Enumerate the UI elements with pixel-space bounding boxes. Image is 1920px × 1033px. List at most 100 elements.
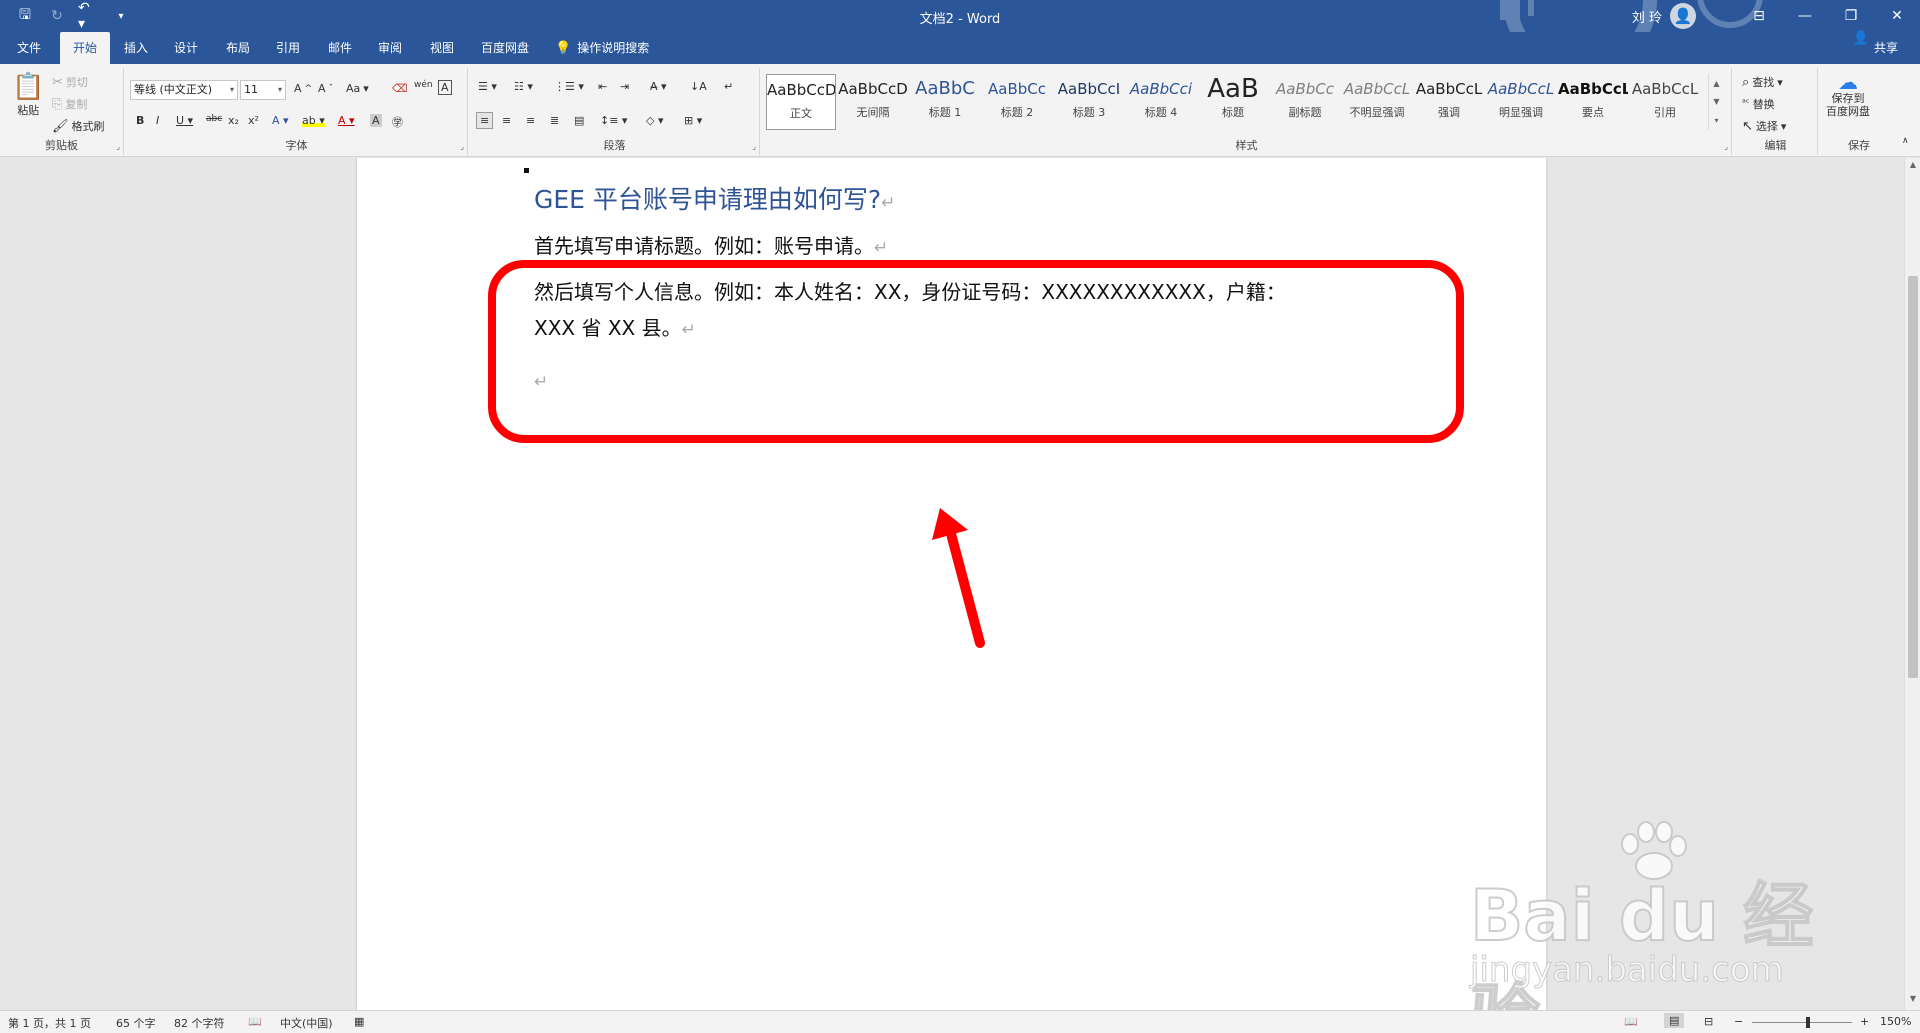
character-border-icon[interactable]: A: [438, 80, 452, 95]
style-tile[interactable]: AaBbCcL 强调: [1414, 74, 1484, 130]
style-tile[interactable]: AaBbCcD 无间隔: [838, 74, 908, 130]
style-tile[interactable]: AaBbCcL 明显强调: [1486, 74, 1556, 130]
tab-file[interactable]: 文件: [8, 32, 50, 64]
paragraph-1[interactable]: 首先填写申请标题。例如：账号申请。↵: [534, 230, 888, 259]
scroll-thumb[interactable]: [1908, 276, 1918, 678]
web-layout-icon[interactable]: ⊟: [1704, 1015, 1713, 1028]
read-mode-icon[interactable]: 📖: [1624, 1015, 1638, 1028]
chevron-down-icon[interactable]: ▼: [1713, 97, 1719, 106]
macro-record-icon[interactable]: ▦: [354, 1015, 364, 1028]
print-layout-icon[interactable]: ▤: [1664, 1013, 1685, 1028]
user-account[interactable]: 刘 玲 👤: [1632, 3, 1696, 29]
close-button[interactable]: ✕: [1874, 0, 1920, 32]
shading-icon[interactable]: ◇ ▾: [646, 114, 663, 127]
italic-icon[interactable]: I: [156, 114, 159, 127]
superscript-icon[interactable]: x²: [248, 114, 259, 127]
dialog-launcher-icon[interactable]: ⌟: [752, 142, 756, 151]
restore-button[interactable]: ❐: [1828, 0, 1874, 32]
shrink-font-icon[interactable]: Aˇ: [318, 82, 333, 95]
proofing-icon[interactable]: 📖: [248, 1015, 262, 1028]
char-count[interactable]: 82 个字符: [174, 1015, 225, 1031]
tab-references[interactable]: 引用: [268, 32, 308, 64]
style-tile[interactable]: AaBbCcL 不明显强调: [1342, 74, 1412, 130]
tab-insert[interactable]: 插入: [116, 32, 156, 64]
style-tile[interactable]: AaBbCc 副标题: [1270, 74, 1340, 130]
scroll-down-icon[interactable]: ▼: [1905, 994, 1920, 1008]
more-styles-icon[interactable]: ▾: [1714, 116, 1718, 125]
scroll-up-icon[interactable]: ▲: [1905, 160, 1920, 174]
dialog-launcher-icon[interactable]: ⌟: [1724, 142, 1728, 151]
multilevel-list-icon[interactable]: ⋮☰ ▾: [554, 80, 584, 93]
underline-icon[interactable]: U ▾: [176, 114, 193, 127]
align-center-icon[interactable]: ≡: [502, 114, 511, 127]
tab-home[interactable]: 开始: [60, 32, 110, 64]
format-painter-button[interactable]: 🖌 格式刷: [52, 118, 105, 134]
style-tile[interactable]: AaB 标题: [1198, 74, 1268, 130]
font-name-select[interactable]: 等线 (中文正文) ▾: [130, 80, 238, 100]
style-tile[interactable]: AaBbCcL 要点: [1558, 74, 1628, 130]
cut-button[interactable]: ✂ 剪切: [52, 74, 88, 90]
clear-formatting-icon[interactable]: ⌫: [392, 82, 408, 95]
tab-view[interactable]: 视图: [422, 32, 462, 64]
ribbon-display-options-icon[interactable]: ⊟: [1736, 0, 1782, 32]
vertical-scrollbar[interactable]: ▲ ▼: [1904, 158, 1920, 1010]
style-tile[interactable]: AaBbCcD 正文: [766, 74, 836, 130]
style-tile[interactable]: AaBbC 标题 1: [910, 74, 980, 130]
justify-icon[interactable]: ≣: [550, 114, 559, 127]
minimize-button[interactable]: —: [1782, 0, 1828, 32]
change-case-button[interactable]: Aa ▾: [346, 82, 369, 95]
align-right-icon[interactable]: ≡: [526, 114, 535, 127]
style-tile[interactable]: AaBbCc 标题 2: [982, 74, 1052, 130]
zoom-level[interactable]: 150%: [1880, 1015, 1911, 1028]
numbering-icon[interactable]: ☷ ▾: [514, 80, 533, 93]
replace-button[interactable]: ᵃᶜ 替换: [1742, 96, 1775, 112]
increase-indent-icon[interactable]: ⇥: [620, 80, 629, 93]
borders-icon[interactable]: ⊞ ▾: [684, 114, 702, 127]
zoom-slider[interactable]: [1752, 1022, 1852, 1023]
bullets-icon[interactable]: ☰ ▾: [478, 80, 497, 93]
font-color-icon[interactable]: A ▾: [338, 114, 355, 127]
sort-icon[interactable]: ↓A: [690, 80, 707, 93]
word-count[interactable]: 65 个字: [116, 1015, 156, 1031]
tab-layout[interactable]: 布局: [218, 32, 258, 64]
select-button[interactable]: ↖ 选择 ▾: [1742, 118, 1786, 134]
zoom-out-icon[interactable]: −: [1734, 1015, 1743, 1028]
style-tile[interactable]: AaBbCcI 标题 3: [1054, 74, 1124, 130]
zoom-slider-knob[interactable]: [1806, 1017, 1810, 1028]
decrease-indent-icon[interactable]: ⇤: [598, 80, 607, 93]
phonetic-guide-icon[interactable]: wén: [414, 80, 433, 90]
tab-baidu-netdisk[interactable]: 百度网盘: [474, 32, 536, 64]
tab-review[interactable]: 审阅: [370, 32, 410, 64]
style-tile[interactable]: AaBbCcL 引用: [1630, 74, 1700, 130]
style-tile[interactable]: AaBbCci 标题 4: [1126, 74, 1196, 130]
tell-me-search[interactable]: 💡 操作说明搜索: [555, 32, 649, 64]
font-size-select[interactable]: 11 ▾: [240, 80, 286, 100]
zoom-in-icon[interactable]: +: [1860, 1015, 1869, 1028]
show-marks-icon[interactable]: ↵: [724, 80, 733, 93]
align-left-icon[interactable]: ≡: [476, 112, 494, 129]
copy-button[interactable]: ⎘ 复制: [52, 96, 87, 112]
tab-mailings[interactable]: 邮件: [320, 32, 360, 64]
line-spacing-icon[interactable]: ↕≡ ▾: [600, 114, 627, 127]
language-status[interactable]: 中文(中国): [280, 1015, 333, 1031]
grow-font-icon[interactable]: A ^: [294, 82, 312, 95]
chinese-layout-icon[interactable]: A̶ ▾: [650, 80, 667, 93]
chevron-up-icon[interactable]: ▲: [1713, 79, 1719, 88]
find-button[interactable]: ⌕ 查找 ▾: [1742, 74, 1783, 90]
dialog-launcher-icon[interactable]: ⌟: [460, 142, 464, 151]
text-effects-icon[interactable]: A ▾: [272, 114, 289, 127]
distributed-icon[interactable]: ▤: [574, 114, 584, 127]
collapse-ribbon-icon[interactable]: ∧: [1902, 136, 1909, 146]
highlight-icon[interactable]: ab ▾: [302, 114, 325, 127]
share-button[interactable]: 👤 共享: [1853, 32, 1898, 64]
paste-button[interactable]: 📋 粘贴: [12, 74, 44, 118]
enclose-characters-icon[interactable]: ㊫: [392, 114, 403, 130]
bold-icon[interactable]: B: [136, 114, 144, 127]
dialog-launcher-icon[interactable]: ⌟: [116, 142, 120, 151]
tab-design[interactable]: 设计: [166, 32, 206, 64]
strikethrough-icon[interactable]: abc: [206, 114, 222, 124]
save-to-baidu-button[interactable]: ☁ 保存到 百度网盘: [1826, 72, 1870, 118]
document-heading[interactable]: GEE 平台账号申请理由如何写?↵: [534, 180, 895, 216]
character-shading-icon[interactable]: A: [370, 114, 382, 127]
page-count[interactable]: 第 1 页，共 1 页: [8, 1015, 91, 1031]
